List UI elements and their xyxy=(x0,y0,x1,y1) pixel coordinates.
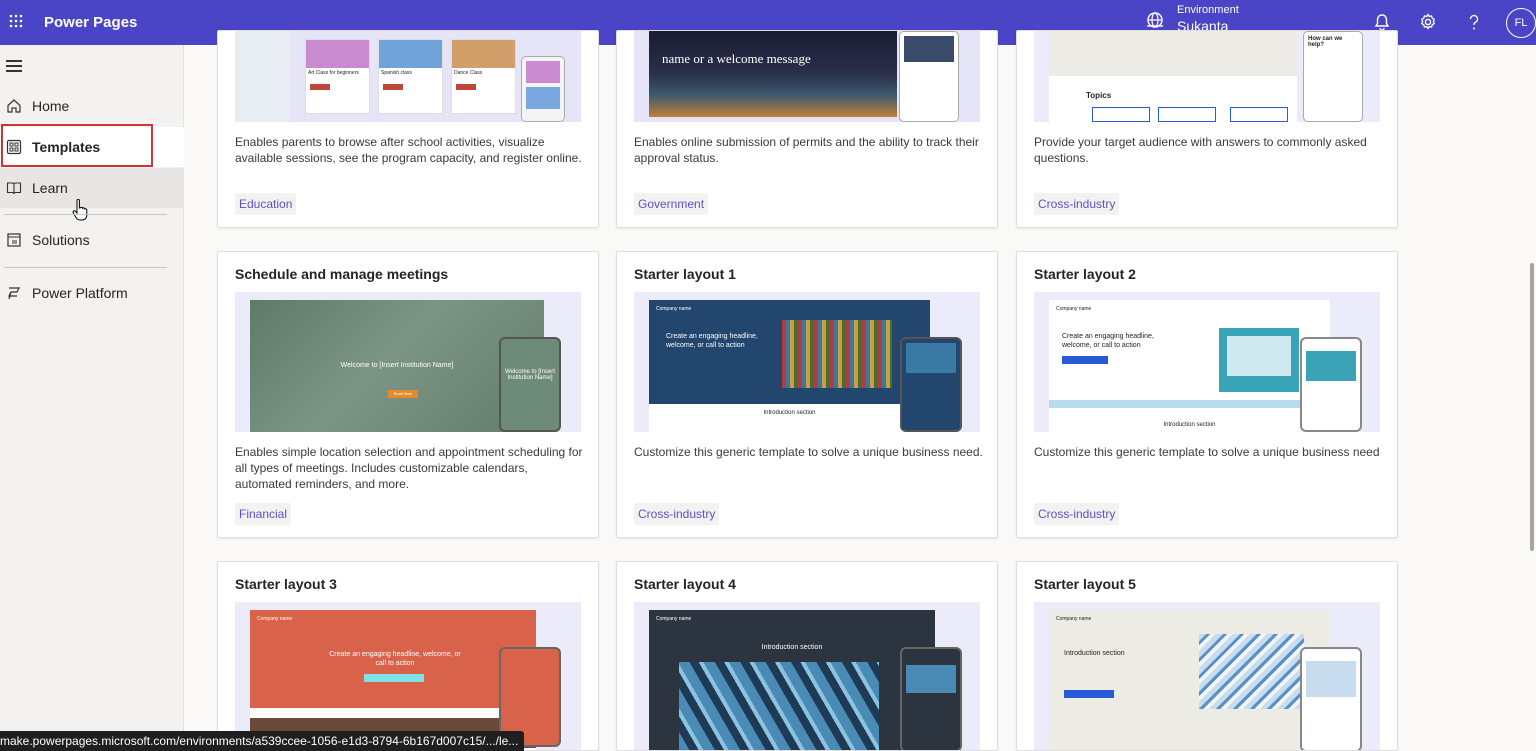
bell-icon[interactable] xyxy=(1372,12,1392,32)
nav-item-home[interactable]: Home xyxy=(0,86,184,126)
home-icon xyxy=(6,98,22,114)
hamburger-icon[interactable] xyxy=(6,60,22,72)
template-card-government[interactable]: name or a welcome message Enables online… xyxy=(616,30,998,228)
card-title: Starter layout 4 xyxy=(634,576,736,592)
card-title: Starter layout 1 xyxy=(634,266,736,282)
nav-item-label: Power Platform xyxy=(32,285,128,301)
nav-item-label: Learn xyxy=(32,180,68,196)
template-preview: Company name Create an engaging headline… xyxy=(1034,292,1380,432)
template-card-starter-layout-1[interactable]: Starter layout 1 Company name Create an … xyxy=(616,251,998,538)
selection-highlight xyxy=(1,124,153,167)
category-tag: Government xyxy=(634,193,709,215)
nav-divider xyxy=(4,267,167,268)
template-preview: Company name Introduction section xyxy=(1034,602,1380,750)
power-platform-icon xyxy=(6,285,22,301)
template-card-education[interactable]: Art Class for beginners Spanish class Da… xyxy=(217,30,599,228)
category-tag: Financial xyxy=(235,503,292,525)
card-description: Customize this generic template to solve… xyxy=(634,445,983,459)
template-preview: Art Class for beginners Spanish class Da… xyxy=(235,31,581,122)
scrollbar-thumb[interactable] xyxy=(1530,263,1534,551)
globe-icon xyxy=(1147,11,1163,28)
template-preview: name or a welcome message xyxy=(634,31,980,122)
nav-item-power-platform[interactable]: Power Platform xyxy=(0,273,184,313)
template-preview: Topics How can we help? xyxy=(1034,31,1380,122)
category-tag: Cross-industry xyxy=(634,503,720,525)
template-card-starter-layout-5[interactable]: Starter layout 5 Company name Introducti… xyxy=(1016,561,1398,751)
vertical-scrollbar[interactable] xyxy=(1528,45,1536,751)
gear-icon[interactable] xyxy=(1418,12,1438,32)
template-card-starter-layout-4[interactable]: Starter layout 4 Company name Introducti… xyxy=(616,561,998,751)
nav-divider xyxy=(4,214,167,215)
template-preview: Company name Create an engaging headline… xyxy=(634,292,980,432)
template-card-starter-layout-2[interactable]: Starter layout 2 Company name Create an … xyxy=(1016,251,1398,538)
user-avatar[interactable]: FL xyxy=(1506,8,1536,38)
card-description: Enables parents to browse after school a… xyxy=(235,135,582,165)
card-description: Enables online submission of permits and… xyxy=(634,135,979,165)
solutions-icon xyxy=(6,232,22,248)
link-status-bar: make.powerpages.microsoft.com/environmen… xyxy=(0,731,525,751)
category-tag: Education xyxy=(235,193,297,215)
template-card-faq[interactable]: Topics How can we help? Provide your tar… xyxy=(1016,30,1398,228)
waffle-icon[interactable] xyxy=(3,12,29,33)
template-preview: Company name Introduction section xyxy=(634,602,980,750)
category-tag: Cross-industry xyxy=(1034,193,1120,215)
category-tag: Cross-industry xyxy=(1034,503,1120,525)
environment-label: Environment xyxy=(1177,4,1239,16)
card-title: Starter layout 2 xyxy=(1034,266,1136,282)
book-icon xyxy=(6,180,22,196)
card-title: Starter layout 5 xyxy=(1034,576,1136,592)
card-description: Enables simple location selection and ap… xyxy=(235,445,583,491)
template-card-starter-layout-3[interactable]: Starter layout 3 Company name Create an … xyxy=(217,561,599,751)
app-title[interactable]: Power Pages xyxy=(44,14,137,31)
left-nav: Home Templates Learn Solutions Power Pla… xyxy=(0,45,184,751)
nav-item-label: Solutions xyxy=(32,232,90,248)
template-preview: Company name Create an engaging headline… xyxy=(235,602,581,750)
nav-item-label: Home xyxy=(32,98,70,114)
card-description: Customize this generic template to solve… xyxy=(1034,445,1380,459)
template-preview: Welcome to [Insert Institution Name] Boo… xyxy=(235,292,581,432)
card-title: Starter layout 3 xyxy=(235,576,337,592)
card-description: Provide your target audience with answer… xyxy=(1034,135,1367,165)
nav-item-solutions[interactable]: Solutions xyxy=(0,220,184,260)
nav-item-learn[interactable]: Learn xyxy=(0,168,184,208)
template-card-schedule-meetings[interactable]: Schedule and manage meetings Welcome to … xyxy=(217,251,599,538)
card-title: Schedule and manage meetings xyxy=(235,266,449,282)
help-icon[interactable] xyxy=(1464,12,1484,32)
